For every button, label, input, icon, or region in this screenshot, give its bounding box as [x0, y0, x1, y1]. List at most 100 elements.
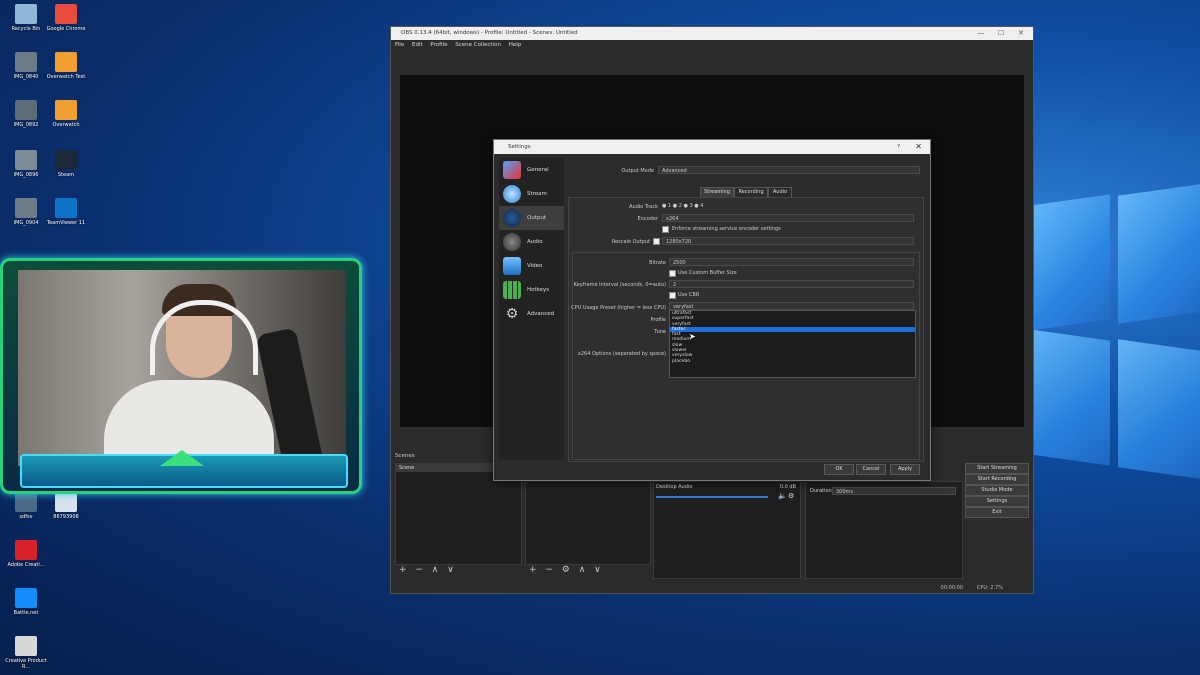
audio-track-3: 3: [689, 203, 693, 209]
status-time: 00:00:00: [940, 585, 963, 591]
cbr-label: Use CBR: [678, 292, 700, 298]
volume-slider[interactable]: [656, 496, 768, 498]
exit-button[interactable]: Exit: [965, 507, 1029, 518]
speaker-icon[interactable]: 🔈: [778, 492, 787, 500]
desktop-icon-image: [55, 4, 77, 24]
sources-toolbar[interactable]: + − ⚙ ∧ ∨: [529, 565, 604, 575]
sidebar-item-general[interactable]: General: [499, 158, 564, 182]
desktop-icon[interactable]: Overwatch: [44, 100, 88, 128]
obs-statusbar: 00:00:00 CPU: 2.7%: [391, 583, 1033, 593]
desktop-icon-image: [15, 588, 37, 608]
bitrate-label: Bitrate: [649, 260, 666, 266]
monitor-icon: [503, 257, 521, 275]
windows-logo-pane: [1118, 339, 1200, 479]
menu-profile[interactable]: Profile: [430, 42, 447, 48]
cbr-checkbox[interactable]: [669, 292, 676, 299]
desktop-icon[interactable]: TeamViewer 11: [44, 198, 88, 226]
start-streaming-button[interactable]: Start Streaming: [965, 463, 1029, 474]
menu-edit[interactable]: Edit: [412, 42, 423, 48]
radio-icon[interactable]: ●: [694, 203, 698, 209]
encoder-select[interactable]: x264: [662, 214, 914, 222]
studio-mode-button[interactable]: Studio Mode: [965, 485, 1029, 496]
sidebar-item-stream[interactable]: Stream: [499, 182, 564, 206]
settings-button[interactable]: Settings: [965, 496, 1029, 507]
desktop-icon[interactable]: IMG_0896: [4, 150, 48, 178]
custom-buffer-checkbox[interactable]: [669, 270, 676, 277]
rescale-select[interactable]: 1280x720: [662, 237, 914, 245]
start-recording-button[interactable]: Start Recording: [965, 474, 1029, 485]
tune-label: Tune: [654, 329, 666, 335]
desktop-icon-label: Google Chrome: [46, 26, 86, 32]
desktop-icon-label: Adobe Creati...: [7, 562, 45, 568]
desktop-icon[interactable]: 86793908: [44, 492, 88, 520]
desktop-icon-label: IMG_0840: [13, 74, 39, 80]
settings-dialog: Settings ? ✕ General Stream Output Audio…: [493, 139, 931, 481]
scenes-toolbar[interactable]: + − ∧ ∨: [399, 565, 457, 575]
ok-button[interactable]: OK: [824, 464, 854, 475]
preset-option[interactable]: placebo: [670, 359, 915, 364]
sidebar-item-label: Audio: [527, 239, 543, 245]
gear-icon[interactable]: ⚙: [788, 492, 794, 500]
desktop-icon-image: [15, 52, 37, 72]
sidebar-item-label: Hotkeys: [527, 287, 550, 293]
sidebar-item-audio[interactable]: Audio: [499, 230, 564, 254]
desktop-icon[interactable]: Adobe Creati...: [4, 540, 48, 568]
minimize-icon[interactable]: —: [971, 27, 991, 40]
preset-select[interactable]: veryfast: [669, 302, 914, 310]
webcam-video: [18, 270, 346, 466]
desktop-icon-image: [15, 492, 37, 512]
enforce-checkbox[interactable]: [662, 226, 669, 233]
x264-options-label: x264 Options (separated by space): [577, 351, 666, 357]
desktop-icon-label: Steam: [57, 172, 75, 178]
menu-scene-collection[interactable]: Scene Collection: [455, 42, 501, 48]
menu-help[interactable]: Help: [509, 42, 522, 48]
sidebar-item-output[interactable]: Output: [499, 206, 564, 230]
maximize-icon[interactable]: ☐: [991, 27, 1011, 40]
desktop-icon-image: [55, 150, 77, 170]
encoder-label: Encoder: [637, 216, 658, 222]
desktop-icon[interactable]: IMG_0892: [4, 100, 48, 128]
close-icon[interactable]: ✕: [915, 140, 922, 154]
desktop-icon[interactable]: Overwatch Test: [44, 52, 88, 80]
radio-icon[interactable]: ●: [684, 203, 688, 209]
desktop-icon[interactable]: IMG_0840: [4, 52, 48, 80]
preset-dropdown-list[interactable]: ultrafast superfast veryfast faster fast medi…: [669, 310, 916, 378]
desktop-icon[interactable]: Creative Product R...: [4, 636, 48, 670]
settings-titlebar: Settings ? ✕: [494, 140, 930, 154]
desktop-icon-image: [15, 100, 37, 120]
desktop-icon[interactable]: Google Chrome: [44, 4, 88, 32]
desktop-icon[interactable]: IMG_0904: [4, 198, 48, 226]
obs-titlebar: OBS 0.13.4 (64bit, windows) - Profile: U…: [391, 27, 1033, 40]
audio-track-1: 1: [667, 203, 672, 209]
cancel-button[interactable]: Cancel: [856, 464, 886, 475]
radio-icon[interactable]: ●: [662, 203, 666, 209]
desktop-icon-label: IMG_0896: [13, 172, 39, 178]
bitrate-input[interactable]: 2500: [669, 258, 914, 266]
desktop-icon[interactable]: Battle.net: [4, 588, 48, 616]
broadcast-icon: [503, 209, 521, 227]
desktop-icon[interactable]: sdfsv: [4, 492, 48, 520]
duration-label: Duration: [810, 488, 832, 494]
sidebar-item-video[interactable]: Video: [499, 254, 564, 278]
desktop-icon[interactable]: Recycle Bin: [4, 4, 48, 32]
audio-track-label: Audio Track: [629, 204, 658, 210]
close-icon[interactable]: ✕: [1011, 27, 1031, 40]
mixer-db-label: 0.0 dB: [779, 484, 796, 490]
sidebar-item-label: Stream: [527, 191, 547, 197]
windows-logo-pane: [1030, 194, 1110, 331]
webcam-overlay: [0, 258, 362, 494]
apply-button[interactable]: Apply: [890, 464, 920, 475]
desktop-icon[interactable]: Steam: [44, 150, 88, 178]
desktop-icon-label: Battle.net: [13, 610, 39, 616]
help-icon[interactable]: ?: [897, 140, 900, 154]
rescale-checkbox[interactable]: [653, 238, 660, 245]
gears-icon: ⚙: [505, 306, 519, 322]
duration-input[interactable]: 300ms: [832, 487, 956, 495]
menu-file[interactable]: File: [395, 42, 404, 48]
obs-menubar: File Edit Profile Scene Collection Help: [391, 40, 1033, 50]
radio-icon[interactable]: ●: [673, 203, 677, 209]
sidebar-item-label: Advanced: [527, 311, 555, 317]
desktop-icon-label: IMG_0892: [13, 122, 39, 128]
output-mode-select[interactable]: Advanced: [658, 166, 920, 174]
keyframe-input[interactable]: 2: [669, 280, 914, 288]
